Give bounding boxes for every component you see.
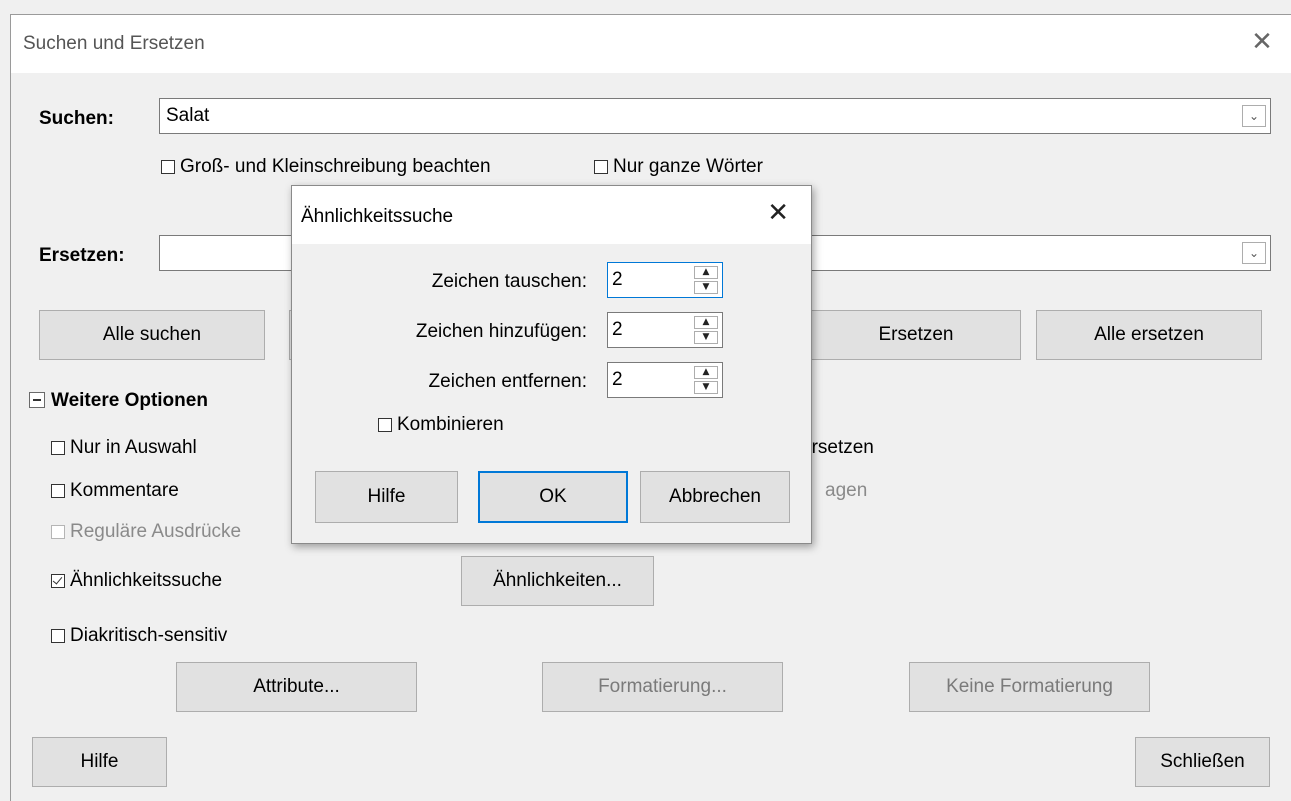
similarities-button[interactable]: Ähnlichkeiten... <box>461 556 654 606</box>
current-selection-checkbox[interactable]: Nur in Auswahl <box>51 437 197 459</box>
combine-label: Kombinieren <box>397 414 504 435</box>
close-icon[interactable]: ✕ <box>1251 29 1273 55</box>
checkbox-box[interactable] <box>594 160 608 174</box>
remove-label: Zeichen entfernen: <box>428 371 587 392</box>
similarity-checkbox[interactable]: Ähnlichkeitssuche <box>51 570 222 592</box>
match-case-label: Groß- und Kleinschreibung beachten <box>180 156 491 177</box>
attributes-button[interactable]: Attribute... <box>176 662 417 712</box>
help-button[interactable]: Hilfe <box>32 737 167 787</box>
remove-spinbox[interactable]: 2 ▲ ▼ <box>607 362 723 398</box>
checkbox-box[interactable] <box>378 418 392 432</box>
replace-button[interactable]: Ersetzen <box>811 310 1021 360</box>
more-options-header[interactable]: Weitere Optionen <box>51 390 208 412</box>
replace-label: Ersetzen: <box>39 245 125 266</box>
replace-all-button[interactable]: Alle ersetzen <box>1036 310 1262 360</box>
partial-option-label-disabled: agen <box>825 480 868 501</box>
chevron-down-icon[interactable]: ⌄ <box>1242 105 1266 127</box>
combine-checkbox[interactable]: Kombinieren <box>378 414 504 436</box>
diacritics-checkbox[interactable]: Diakritisch-sensitiv <box>51 625 227 647</box>
find-all-button[interactable]: Alle suchen <box>39 310 265 360</box>
spin-up-icon[interactable]: ▲ <box>694 366 718 379</box>
add-value[interactable]: 2 <box>612 319 623 341</box>
title-bar: Suchen und Ersetzen ✕ <box>11 15 1291 73</box>
dialog-help-button[interactable]: Hilfe <box>315 471 458 523</box>
collapse-icon[interactable] <box>29 392 45 408</box>
exchange-spinbox[interactable]: 2 ▲ ▼ <box>607 262 723 298</box>
dialog-title: Ähnlichkeitssuche <box>301 206 454 227</box>
remove-value[interactable]: 2 <box>612 369 623 391</box>
close-button[interactable]: Schließen <box>1135 737 1270 787</box>
close-icon[interactable]: ✕ <box>767 200 789 226</box>
no-formatting-button: Keine Formatierung <box>909 662 1150 712</box>
spin-up-icon[interactable]: ▲ <box>694 266 718 279</box>
whole-words-label: Nur ganze Wörter <box>613 156 763 177</box>
spin-arrows[interactable]: ▲ ▼ <box>694 266 718 294</box>
spin-up-icon[interactable]: ▲ <box>694 316 718 329</box>
regex-checkbox: Reguläre Ausdrücke <box>51 521 241 543</box>
checkbox-box[interactable] <box>51 574 65 588</box>
similarity-label: Ähnlichkeitssuche <box>70 570 223 591</box>
checkbox-box[interactable] <box>161 160 175 174</box>
comments-label: Kommentare <box>70 480 179 501</box>
spin-down-icon[interactable]: ▼ <box>694 281 718 294</box>
checkbox-box[interactable] <box>51 441 65 455</box>
window-title: Suchen und Ersetzen <box>23 33 205 54</box>
ok-button[interactable]: OK <box>478 471 628 523</box>
spin-arrows[interactable]: ▲ ▼ <box>694 316 718 344</box>
regex-label: Reguläre Ausdrücke <box>70 521 242 542</box>
checkbox-box[interactable] <box>51 484 65 498</box>
diacritics-label: Diakritisch-sensitiv <box>70 625 228 646</box>
search-input[interactable]: Salat <box>166 105 209 127</box>
spin-down-icon[interactable]: ▼ <box>694 331 718 344</box>
spin-arrows[interactable]: ▲ ▼ <box>694 366 718 394</box>
match-case-checkbox[interactable]: Groß- und Kleinschreibung beachten <box>161 156 491 178</box>
checkbox-box[interactable] <box>51 629 65 643</box>
exchange-value[interactable]: 2 <box>612 269 623 291</box>
dialog-title-bar: Ähnlichkeitssuche ✕ <box>292 186 811 244</box>
search-label: Suchen: <box>39 108 114 129</box>
whole-words-checkbox[interactable]: Nur ganze Wörter <box>594 156 763 178</box>
cancel-button[interactable]: Abbrechen <box>640 471 790 523</box>
exchange-label: Zeichen tauschen: <box>431 271 587 292</box>
checkbox-box <box>51 525 65 539</box>
add-label: Zeichen hinzufügen: <box>415 321 587 342</box>
current-selection-label: Nur in Auswahl <box>70 437 197 458</box>
search-combobox[interactable]: Salat ⌄ <box>159 98 1271 134</box>
chevron-down-icon[interactable]: ⌄ <box>1242 242 1266 264</box>
formatting-button: Formatierung... <box>542 662 783 712</box>
spin-down-icon[interactable]: ▼ <box>694 381 718 394</box>
comments-checkbox[interactable]: Kommentare <box>51 480 179 502</box>
similarity-dialog: Ähnlichkeitssuche ✕ Zeichen tauschen: 2 … <box>291 185 812 544</box>
add-spinbox[interactable]: 2 ▲ ▼ <box>607 312 723 348</box>
